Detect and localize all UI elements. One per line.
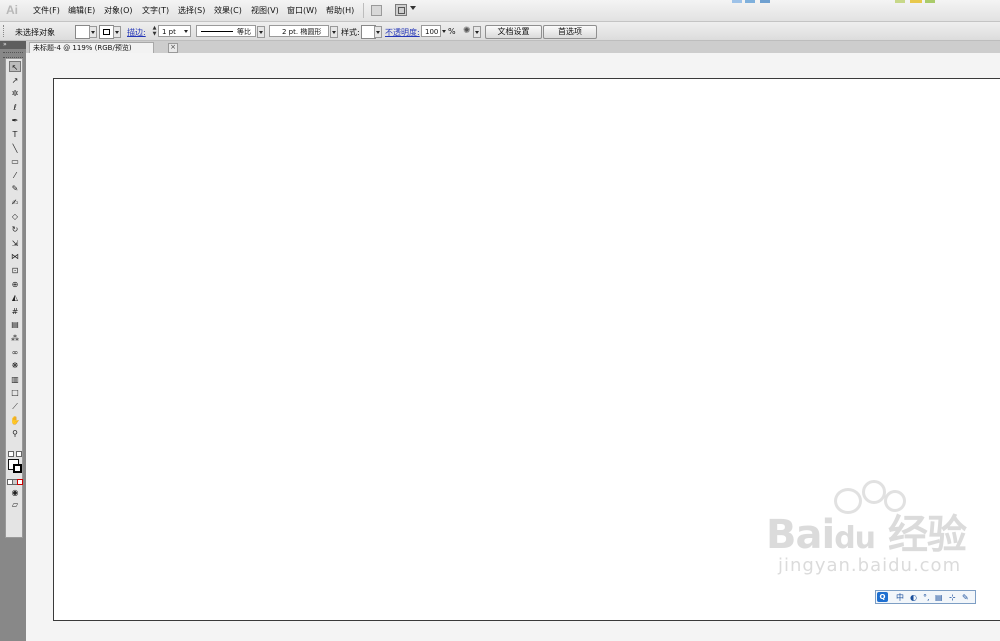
- control-bar: 未选择对象 描边: ▲ ▼ 1 pt 等比 2 pt. 椭圆形 样式: 不透明度:…: [0, 22, 1000, 41]
- type-tool[interactable]: T: [9, 129, 21, 140]
- perspective-grid-tool[interactable]: ◭: [9, 292, 21, 303]
- paintbrush-tool[interactable]: ⁄: [9, 170, 21, 181]
- ime-punctuation-icon[interactable]: °,: [923, 592, 930, 603]
- fill-dropdown[interactable]: [89, 26, 97, 38]
- ime-mode-chinese[interactable]: 中: [896, 592, 904, 603]
- bridge-icon[interactable]: [371, 5, 382, 16]
- tab-document[interactable]: 未标题-4 @ 119% (RGB/预览): [29, 42, 154, 53]
- watermark-url: jingyan.baidu.com: [778, 555, 962, 576]
- menu-window[interactable]: 窗口(W): [287, 5, 317, 16]
- opacity-label-link[interactable]: 不透明度:: [385, 27, 420, 38]
- scale-tool[interactable]: ⇲: [9, 238, 21, 249]
- document-tab-bar: 未标题-4 @ 119% (RGB/预览) ×: [26, 41, 1000, 53]
- zoom-tool[interactable]: ⚲: [9, 428, 21, 439]
- selection-status: 未选择对象: [15, 28, 55, 37]
- default-colors-icon[interactable]: [8, 451, 14, 457]
- swap-colors-icon[interactable]: [16, 451, 22, 457]
- chevron-down-icon[interactable]: [410, 6, 416, 10]
- desktop-strip-green-2: [925, 0, 935, 3]
- opacity-dropdown[interactable]: [441, 26, 446, 36]
- rectangle-tool[interactable]: ▭: [9, 156, 21, 167]
- desktop-strip-blue-3: [760, 0, 770, 3]
- eyedropper-tool[interactable]: ⁂: [9, 333, 21, 344]
- menu-type[interactable]: 文字(T): [142, 5, 169, 16]
- menu-separator: [363, 3, 364, 18]
- free-transform-tool[interactable]: ⊡: [9, 265, 21, 276]
- rotate-tool[interactable]: ↻: [9, 224, 21, 235]
- pen-tool[interactable]: ✒: [9, 115, 21, 126]
- watermark-brand: Baidu 经验: [766, 512, 967, 558]
- stroke-color-icon[interactable]: [13, 464, 22, 473]
- stroke-profile-label: 等比: [237, 28, 251, 36]
- artboard-tool[interactable]: □: [9, 387, 21, 398]
- slice-tool[interactable]: ⟋: [9, 401, 21, 412]
- mesh-tool[interactable]: #: [9, 306, 21, 317]
- symbol-sprayer-tool[interactable]: ❋: [9, 360, 21, 371]
- hand-tool[interactable]: ✋: [9, 415, 21, 426]
- ime-halfwidth-icon[interactable]: ◐: [910, 592, 917, 603]
- direct-selection-tool[interactable]: ↗: [9, 75, 21, 86]
- none-mode-icon[interactable]: [17, 479, 23, 485]
- pencil-tool[interactable]: ✎: [9, 183, 21, 194]
- recolor-dropdown[interactable]: [473, 26, 481, 38]
- menu-effect[interactable]: 效果(C): [214, 5, 242, 16]
- tools-panel: » ◉ ▱ ↖ ↗ ✲ ℓ ✒ T ╲ ▭ ⁄ ✎ ✍ ◇ ↻ ⇲ ⋈ ⊡ ⊕ ◭ # ▤ ⁂ ∞ ❋ ▥ □ ⟋ ✋ ⚲: [0, 41, 26, 641]
- ime-settings-icon[interactable]: ✎: [962, 592, 969, 603]
- ime-toolbar: Q 中 ◐ °, ▤ ⊹ ✎: [875, 590, 976, 604]
- control-bar-grip[interactable]: [3, 25, 7, 37]
- preferences-button[interactable]: 首选项: [543, 25, 597, 39]
- document-setup-button[interactable]: 文档设置: [485, 25, 542, 39]
- stroke-dropdown[interactable]: [113, 26, 121, 38]
- menu-edit[interactable]: 编辑(E): [68, 5, 95, 16]
- ime-keyboard-icon[interactable]: ▤: [935, 592, 943, 603]
- column-graph-tool[interactable]: ▥: [9, 374, 21, 385]
- desktop-strip-yellow: [910, 0, 922, 3]
- ime-logo-icon[interactable]: Q: [877, 592, 888, 602]
- menu-view[interactable]: 视图(V): [251, 5, 279, 16]
- magic-wand-tool[interactable]: ✲: [9, 88, 21, 99]
- menu-object[interactable]: 对象(O): [104, 5, 133, 16]
- arrange-documents-icon[interactable]: [395, 4, 407, 16]
- desktop-strip-blue: [732, 0, 742, 3]
- recolor-artwork-icon[interactable]: ✺: [463, 26, 471, 36]
- selection-tool[interactable]: ↖: [9, 61, 21, 72]
- opacity-unit: %: [448, 27, 456, 36]
- menu-help[interactable]: 帮助(H): [326, 5, 354, 16]
- fill-swatch[interactable]: [75, 25, 90, 39]
- app-logo: Ai: [6, 3, 18, 17]
- stroke-label-link[interactable]: 描边:: [127, 27, 146, 38]
- desktop-strip-blue-2: [745, 0, 755, 3]
- close-icon[interactable]: ×: [168, 43, 178, 53]
- opacity-field[interactable]: 100: [421, 25, 441, 37]
- stroke-profile-line: [201, 31, 233, 32]
- desktop-strip-green: [895, 0, 905, 3]
- brush-dropdown[interactable]: [330, 26, 338, 38]
- baidu-watermark-logo: Baidu 经验 jingyan.baidu.com: [738, 480, 968, 576]
- menu-select[interactable]: 选择(S): [178, 5, 205, 16]
- brush-definition-field[interactable]: 2 pt. 椭圆形: [269, 25, 329, 37]
- style-label: 样式:: [341, 28, 360, 37]
- blend-tool[interactable]: ∞: [9, 347, 21, 358]
- line-segment-tool[interactable]: ╲: [9, 143, 21, 154]
- menu-file[interactable]: 文件(F): [33, 5, 60, 16]
- tools-list: ◉ ▱ ↖ ↗ ✲ ℓ ✒ T ╲ ▭ ⁄ ✎ ✍ ◇ ↻ ⇲ ⋈ ⊡ ⊕ ◭ # ▤ ⁂ ∞ ❋ ▥ □ ⟋ ✋ ⚲: [5, 58, 23, 538]
- gradient-tool[interactable]: ▤: [9, 319, 21, 330]
- blob-brush-tool[interactable]: ✍: [9, 197, 21, 208]
- lasso-tool[interactable]: ℓ: [9, 102, 21, 113]
- screen-mode-icon[interactable]: ▱: [9, 499, 21, 510]
- stroke-swatch[interactable]: [99, 25, 114, 39]
- graphic-style-dropdown[interactable]: [374, 26, 382, 38]
- draw-mode-icon[interactable]: ◉: [9, 487, 21, 498]
- width-tool[interactable]: ⋈: [9, 251, 21, 262]
- menu-bar: Ai 文件(F) 编辑(E) 对象(O) 文字(T) 选择(S) 效果(C) 视…: [0, 0, 1000, 22]
- stroke-weight-stepper[interactable]: ▲ ▼: [151, 25, 158, 37]
- stroke-weight-dropdown[interactable]: [183, 26, 189, 36]
- watermark-paw-2: [862, 480, 886, 504]
- eraser-tool[interactable]: ◇: [9, 211, 21, 222]
- ime-tools-icon[interactable]: ⊹: [949, 592, 956, 603]
- shape-builder-tool[interactable]: ⊕: [9, 279, 21, 290]
- stroke-profile-dropdown[interactable]: [257, 26, 265, 38]
- tools-panel-collapse-icon[interactable]: »: [0, 41, 26, 49]
